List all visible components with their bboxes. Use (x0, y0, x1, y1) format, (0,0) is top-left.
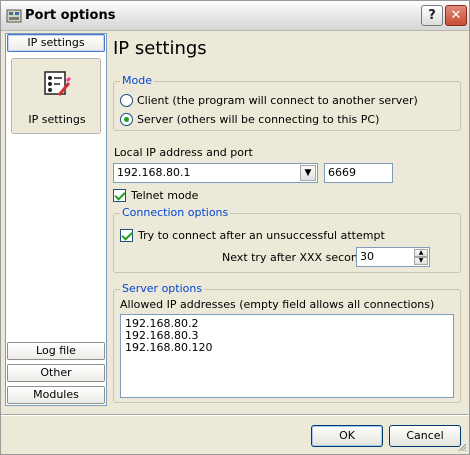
server-radio-label: Server (others will be connecting to thi… (137, 112, 380, 126)
sidebar: IP settings IP settings Log file Other M… (5, 33, 107, 406)
connection-options-group: Connection options Try to connect after … (113, 206, 461, 273)
telnet-mode-label: Telnet mode (131, 188, 199, 202)
connection-options-legend: Connection options (120, 206, 231, 219)
server-options-legend: Server options (120, 282, 205, 295)
cancel-button[interactable]: Cancel (389, 425, 461, 447)
sidebar-item-other[interactable]: Other (7, 364, 105, 382)
settings-checklist-icon (44, 71, 72, 96)
telnet-mode-option[interactable]: Telnet mode (113, 187, 198, 203)
server-radio-option[interactable]: Server (others will be connecting to thi… (120, 111, 379, 127)
sidebar-panel-label: IP settings (28, 113, 86, 126)
footer-separator (1, 414, 469, 416)
client-radio[interactable] (120, 93, 133, 107)
allowed-ip-textarea[interactable]: 192.168.80.2 192.168.80.3 192.168.80.120 (120, 314, 454, 398)
retry-option[interactable]: Try to connect after an unsuccessful att… (120, 227, 385, 243)
client-radio-label: Client (the program will connect to anot… (137, 93, 418, 107)
sidebar-item-ip-settings[interactable]: IP settings (7, 34, 105, 52)
telnet-mode-checkbox[interactable] (113, 188, 126, 202)
allowed-ip-line: 192.168.80.120 (125, 341, 213, 354)
title-bar[interactable]: Port options ? ✕ (1, 1, 469, 31)
mode-legend: Mode (120, 74, 154, 87)
resize-grip-icon[interactable] (457, 442, 467, 452)
mode-group: Mode Client (the program will connect to… (113, 74, 461, 131)
local-ip-label: Local IP address and port (114, 146, 253, 159)
port-value: 6669 (328, 166, 356, 179)
spin-up-icon[interactable]: ▲ (414, 249, 428, 257)
allowed-ip-label: Allowed IP addresses (empty field allows… (120, 298, 435, 311)
next-try-value: 30 (360, 250, 374, 263)
client-radio-option[interactable]: Client (the program will connect to anot… (120, 92, 418, 108)
app-icon (6, 9, 22, 23)
local-ip-value: 192.168.80.1 (117, 166, 191, 179)
sidebar-panel-ip-settings[interactable]: IP settings (11, 58, 101, 134)
server-radio[interactable] (120, 112, 133, 126)
retry-label: Try to connect after an unsuccessful att… (138, 228, 385, 242)
port-input[interactable]: 6669 (324, 163, 393, 183)
page-title: IP settings (113, 38, 207, 59)
ok-button[interactable]: OK (311, 425, 383, 447)
server-options-group: Server options Allowed IP addresses (emp… (113, 282, 461, 403)
next-try-label: Next try after XXX seconds (222, 251, 371, 264)
close-button[interactable]: ✕ (445, 5, 467, 26)
help-button[interactable]: ? (421, 5, 443, 26)
chevron-down-icon[interactable]: ▼ (300, 165, 316, 181)
local-ip-combo[interactable]: 192.168.80.1 ▼ (113, 163, 318, 183)
next-try-spinner[interactable]: 30 ▲ ▼ (356, 247, 430, 267)
sidebar-item-log-file[interactable]: Log file (7, 342, 105, 360)
sidebar-item-modules[interactable]: Modules (7, 386, 105, 404)
retry-checkbox[interactable] (120, 228, 133, 242)
port-options-window: Port options ? ✕ IP settings IP settings… (0, 0, 470, 455)
spin-down-icon[interactable]: ▼ (414, 257, 428, 265)
window-title: Port options (25, 8, 116, 23)
